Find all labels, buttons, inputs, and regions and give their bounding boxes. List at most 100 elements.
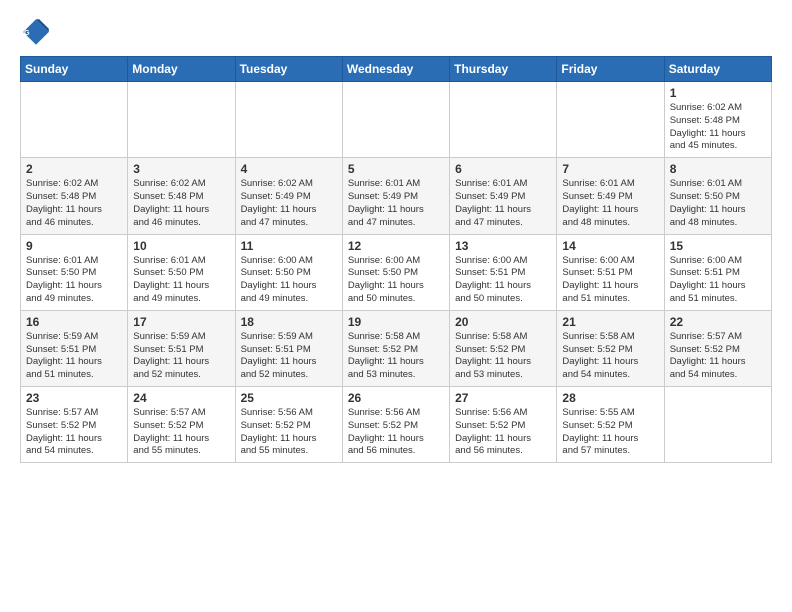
week-row-1: 1 Sunrise: 6:02 AM Sunset: 5:48 PM Daylig…	[21, 82, 772, 158]
day-cell: 23Sunrise: 5:57 AM Sunset: 5:52 PM Dayli…	[21, 387, 128, 463]
day-cell	[342, 82, 449, 158]
weekday-sunday: Sunday	[21, 57, 128, 82]
day-number: 18	[241, 315, 337, 329]
day-cell: 7 Sunrise: 6:01 AM Sunset: 5:49 PM Daylig…	[557, 158, 664, 234]
weekday-header-row: SundayMondayTuesdayWednesdayThursdayFrid…	[21, 57, 772, 82]
day-cell: 12 Sunrise: 6:00 AM Sunset: 5:50 PM Dayli…	[342, 234, 449, 310]
page: G SundayMondayTuesdayWednesdayThursdayFr…	[0, 0, 792, 483]
day-number: 26	[348, 391, 444, 405]
day-number: 15	[670, 239, 766, 253]
day-number: 11	[241, 239, 337, 253]
day-cell	[664, 387, 771, 463]
day-info: Sunrise: 6:01 AM Sunset: 5:49 PM Dayligh…	[348, 178, 444, 229]
day-cell	[21, 82, 128, 158]
weekday-friday: Friday	[557, 57, 664, 82]
day-info: Sunrise: 6:00 AM Sunset: 5:50 PM Dayligh…	[241, 255, 337, 306]
day-cell	[128, 82, 235, 158]
day-number: 14	[562, 239, 658, 253]
day-info: Sunrise: 6:01 AM Sunset: 5:50 PM Dayligh…	[133, 255, 229, 306]
day-info: Sunrise: 5:58 AM Sunset: 5:52 PM Dayligh…	[562, 331, 658, 382]
day-cell	[235, 82, 342, 158]
day-cell	[450, 82, 557, 158]
day-cell: 21Sunrise: 5:58 AM Sunset: 5:52 PM Dayli…	[557, 310, 664, 386]
day-info: Sunrise: 6:02 AM Sunset: 5:48 PM Dayligh…	[133, 178, 229, 229]
logo: G	[20, 16, 56, 48]
day-number: 6	[455, 162, 551, 176]
day-number: 28	[562, 391, 658, 405]
day-number: 17	[133, 315, 229, 329]
day-info: Sunrise: 6:01 AM Sunset: 5:50 PM Dayligh…	[670, 178, 766, 229]
day-number: 12	[348, 239, 444, 253]
day-info: Sunrise: 5:59 AM Sunset: 5:51 PM Dayligh…	[26, 331, 122, 382]
day-info: Sunrise: 5:56 AM Sunset: 5:52 PM Dayligh…	[241, 407, 337, 458]
day-info: Sunrise: 5:58 AM Sunset: 5:52 PM Dayligh…	[348, 331, 444, 382]
day-cell: 26 Sunrise: 5:56 AM Sunset: 5:52 PM Dayli…	[342, 387, 449, 463]
weekday-tuesday: Tuesday	[235, 57, 342, 82]
day-number: 3	[133, 162, 229, 176]
day-info: Sunrise: 5:57 AM Sunset: 5:52 PM Dayligh…	[133, 407, 229, 458]
day-cell: 4 Sunrise: 6:02 AM Sunset: 5:49 PM Daylig…	[235, 158, 342, 234]
day-number: 9	[26, 239, 122, 253]
week-row-2: 2 Sunrise: 6:02 AM Sunset: 5:48 PM Daylig…	[21, 158, 772, 234]
day-number: 25	[241, 391, 337, 405]
day-number: 10	[133, 239, 229, 253]
day-cell: 25 Sunrise: 5:56 AM Sunset: 5:52 PM Dayli…	[235, 387, 342, 463]
day-info: Sunrise: 5:55 AM Sunset: 5:52 PM Dayligh…	[562, 407, 658, 458]
day-number: 19	[348, 315, 444, 329]
day-cell: 17 Sunrise: 5:59 AM Sunset: 5:51 PM Dayli…	[128, 310, 235, 386]
day-number: 20	[455, 315, 551, 329]
day-info: Sunrise: 6:00 AM Sunset: 5:50 PM Dayligh…	[348, 255, 444, 306]
day-number: 5	[348, 162, 444, 176]
day-cell: 10 Sunrise: 6:01 AM Sunset: 5:50 PM Dayli…	[128, 234, 235, 310]
day-cell: 9 Sunrise: 6:01 AM Sunset: 5:50 PM Daylig…	[21, 234, 128, 310]
day-cell: 22Sunrise: 5:57 AM Sunset: 5:52 PM Dayli…	[664, 310, 771, 386]
day-number: 13	[455, 239, 551, 253]
day-info: Sunrise: 5:57 AM Sunset: 5:52 PM Dayligh…	[26, 407, 122, 458]
week-row-3: 9 Sunrise: 6:01 AM Sunset: 5:50 PM Daylig…	[21, 234, 772, 310]
day-cell	[557, 82, 664, 158]
day-info: Sunrise: 5:57 AM Sunset: 5:52 PM Dayligh…	[670, 331, 766, 382]
week-row-4: 16 Sunrise: 5:59 AM Sunset: 5:51 PM Dayli…	[21, 310, 772, 386]
day-cell: 3 Sunrise: 6:02 AM Sunset: 5:48 PM Daylig…	[128, 158, 235, 234]
day-cell: 24 Sunrise: 5:57 AM Sunset: 5:52 PM Dayli…	[128, 387, 235, 463]
day-number: 24	[133, 391, 229, 405]
day-info: Sunrise: 6:01 AM Sunset: 5:49 PM Dayligh…	[455, 178, 551, 229]
day-cell: 20 Sunrise: 5:58 AM Sunset: 5:52 PM Dayli…	[450, 310, 557, 386]
weekday-saturday: Saturday	[664, 57, 771, 82]
calendar-table: SundayMondayTuesdayWednesdayThursdayFrid…	[20, 56, 772, 463]
day-info: Sunrise: 5:58 AM Sunset: 5:52 PM Dayligh…	[455, 331, 551, 382]
day-cell: 18 Sunrise: 5:59 AM Sunset: 5:51 PM Dayli…	[235, 310, 342, 386]
day-cell: 16 Sunrise: 5:59 AM Sunset: 5:51 PM Dayli…	[21, 310, 128, 386]
day-cell: 13Sunrise: 6:00 AM Sunset: 5:51 PM Dayli…	[450, 234, 557, 310]
day-cell: 27 Sunrise: 5:56 AM Sunset: 5:52 PM Dayli…	[450, 387, 557, 463]
day-cell: 8 Sunrise: 6:01 AM Sunset: 5:50 PM Daylig…	[664, 158, 771, 234]
weekday-monday: Monday	[128, 57, 235, 82]
day-number: 8	[670, 162, 766, 176]
day-cell: 19 Sunrise: 5:58 AM Sunset: 5:52 PM Dayli…	[342, 310, 449, 386]
day-info: Sunrise: 5:59 AM Sunset: 5:51 PM Dayligh…	[133, 331, 229, 382]
day-info: Sunrise: 6:00 AM Sunset: 5:51 PM Dayligh…	[562, 255, 658, 306]
day-cell: 1 Sunrise: 6:02 AM Sunset: 5:48 PM Daylig…	[664, 82, 771, 158]
day-cell: 6 Sunrise: 6:01 AM Sunset: 5:49 PM Daylig…	[450, 158, 557, 234]
day-number: 1	[670, 86, 766, 100]
day-number: 2	[26, 162, 122, 176]
day-info: Sunrise: 6:02 AM Sunset: 5:49 PM Dayligh…	[241, 178, 337, 229]
day-info: Sunrise: 5:56 AM Sunset: 5:52 PM Dayligh…	[348, 407, 444, 458]
logo-icon: G	[20, 16, 52, 48]
header: G	[20, 16, 772, 48]
day-info: Sunrise: 6:02 AM Sunset: 5:48 PM Dayligh…	[670, 102, 766, 153]
day-number: 4	[241, 162, 337, 176]
day-cell: 28 Sunrise: 5:55 AM Sunset: 5:52 PM Dayli…	[557, 387, 664, 463]
day-info: Sunrise: 6:01 AM Sunset: 5:49 PM Dayligh…	[562, 178, 658, 229]
day-info: Sunrise: 6:01 AM Sunset: 5:50 PM Dayligh…	[26, 255, 122, 306]
svg-text:G: G	[24, 28, 30, 37]
weekday-wednesday: Wednesday	[342, 57, 449, 82]
day-info: Sunrise: 6:00 AM Sunset: 5:51 PM Dayligh…	[670, 255, 766, 306]
weekday-thursday: Thursday	[450, 57, 557, 82]
day-info: Sunrise: 5:59 AM Sunset: 5:51 PM Dayligh…	[241, 331, 337, 382]
day-cell: 11 Sunrise: 6:00 AM Sunset: 5:50 PM Dayli…	[235, 234, 342, 310]
day-number: 7	[562, 162, 658, 176]
day-number: 27	[455, 391, 551, 405]
day-number: 16	[26, 315, 122, 329]
day-info: Sunrise: 5:56 AM Sunset: 5:52 PM Dayligh…	[455, 407, 551, 458]
